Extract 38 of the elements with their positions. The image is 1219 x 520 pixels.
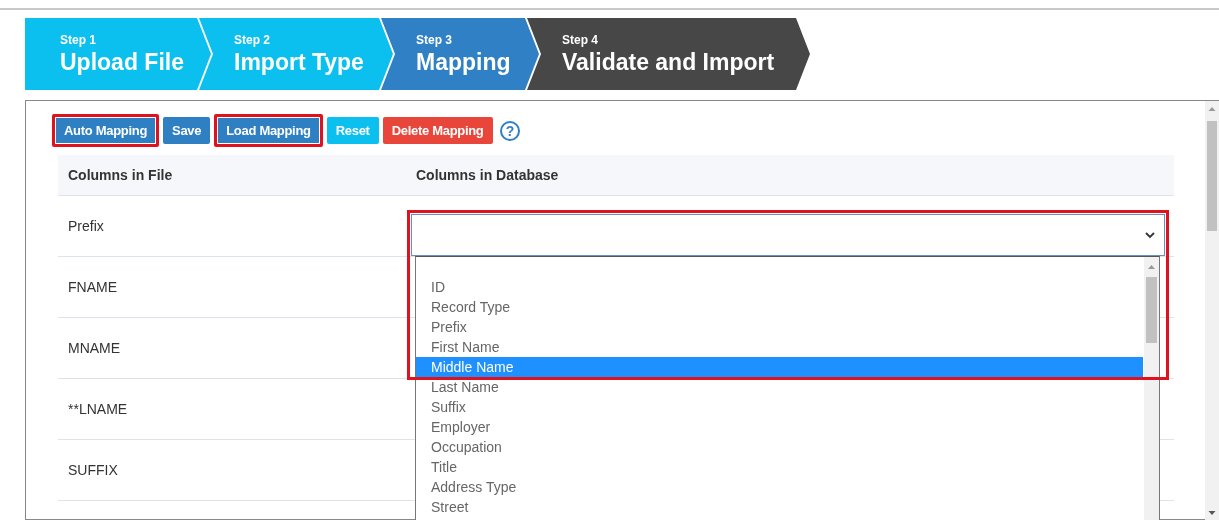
table-cell: SUFFIX — [58, 439, 406, 501]
step-label: Mapping — [416, 48, 512, 76]
step-label: Validate and Import — [562, 48, 776, 76]
dropdown-option[interactable]: Last Name — [416, 377, 1143, 397]
help-icon[interactable]: ? — [499, 120, 520, 141]
toolbar-button[interactable]: Delete Mapping — [382, 117, 493, 144]
wizard-step[interactable]: Step 4 Validate and Import — [527, 18, 810, 90]
table-cell: MNAME — [58, 317, 406, 379]
toolbar-button[interactable]: Load Mapping — [214, 114, 323, 147]
dropdown-option[interactable]: First Name — [416, 337, 1143, 357]
scrollbar-drawing[interactable] — [1205, 101, 1219, 520]
scrollbar-drawing[interactable] — [1144, 257, 1159, 520]
step-number: Step 3 — [416, 32, 453, 47]
chevron-down-icon — [1144, 231, 1156, 239]
dropdown-option[interactable]: Prefix — [416, 317, 1143, 337]
table-cell: **LNAME — [58, 378, 406, 440]
table-cell: FNAME — [58, 256, 406, 318]
dropdown-option[interactable]: Occupation — [416, 437, 1143, 457]
step-number: Step 4 — [562, 32, 599, 47]
dropdown-option[interactable]: Title — [416, 457, 1143, 477]
column-select[interactable] — [411, 214, 1165, 256]
step-number: Step 1 — [60, 32, 97, 47]
dropdown-option[interactable]: Middle Name — [416, 357, 1143, 377]
dropdown-option[interactable]: Record Type — [416, 297, 1143, 317]
wizard-step[interactable]: Step 3 Mapping — [381, 18, 539, 90]
dropdown-option[interactable]: Address Type — [416, 477, 1143, 497]
dropdown-option[interactable]: Street — [416, 497, 1143, 517]
column-header: Columns in Database — [406, 155, 1174, 196]
dropdown-option[interactable]: Employer — [416, 417, 1143, 437]
step-label: Upload File — [60, 48, 185, 76]
step-number: Step 2 — [234, 32, 271, 47]
toolbar-button[interactable]: Auto Mapping — [52, 114, 160, 147]
dropdown-option[interactable]: Suffix — [416, 397, 1143, 417]
column-header: Columns in File — [58, 155, 406, 196]
step-label: Import Type — [234, 48, 365, 76]
dropdown-option[interactable]: ID — [416, 277, 1143, 297]
table-cell: Prefix — [58, 195, 406, 257]
toolbar-button[interactable]: Save — [163, 117, 211, 144]
